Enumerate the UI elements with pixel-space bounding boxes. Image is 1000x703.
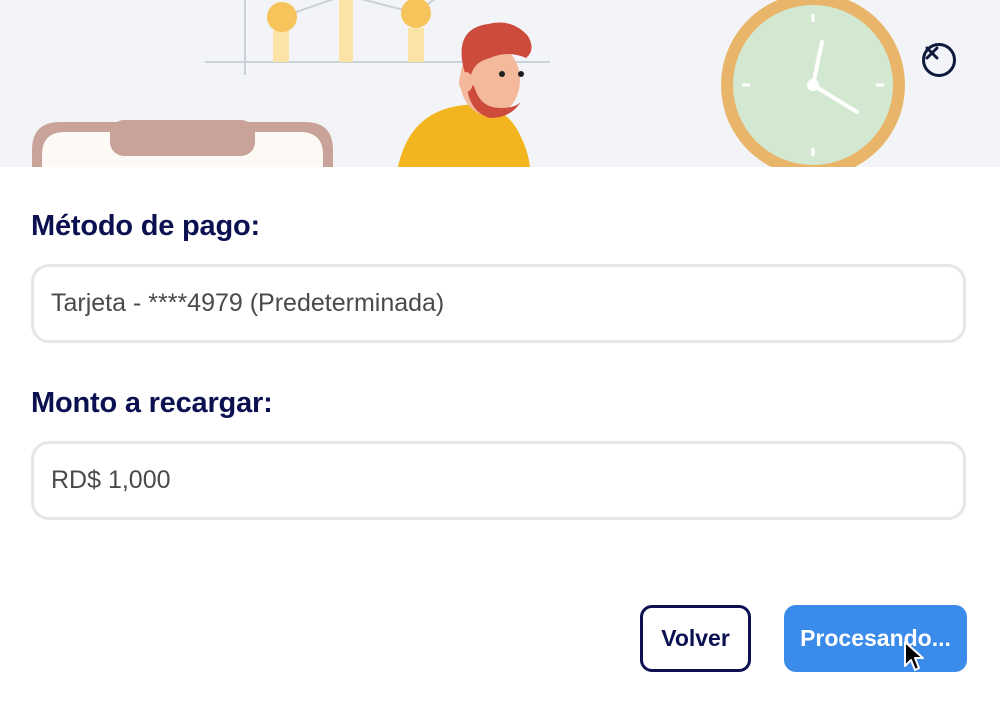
payment-method-field[interactable]: Tarjeta - ****4979 (Predeterminada): [31, 264, 966, 343]
amount-label: Monto a recargar:: [31, 387, 273, 419]
header-illustration: [0, 0, 1000, 167]
close-icon: [925, 46, 939, 60]
payment-method-value: Tarjeta - ****4979 (Predeterminada): [51, 289, 445, 317]
process-button[interactable]: Procesando...: [784, 605, 967, 672]
back-button[interactable]: Volver: [640, 605, 751, 672]
close-button[interactable]: [922, 43, 956, 77]
illustration-scene: [32, 0, 905, 167]
amount-field[interactable]: RD$ 1,000: [31, 441, 966, 520]
mouse-cursor-icon: [904, 641, 924, 671]
recharge-form: Método de pago: Tarjeta - ****4979 (Pred…: [0, 167, 1000, 703]
payment-method-label: Método de pago:: [31, 210, 260, 242]
amount-value: RD$ 1,000: [51, 466, 171, 494]
